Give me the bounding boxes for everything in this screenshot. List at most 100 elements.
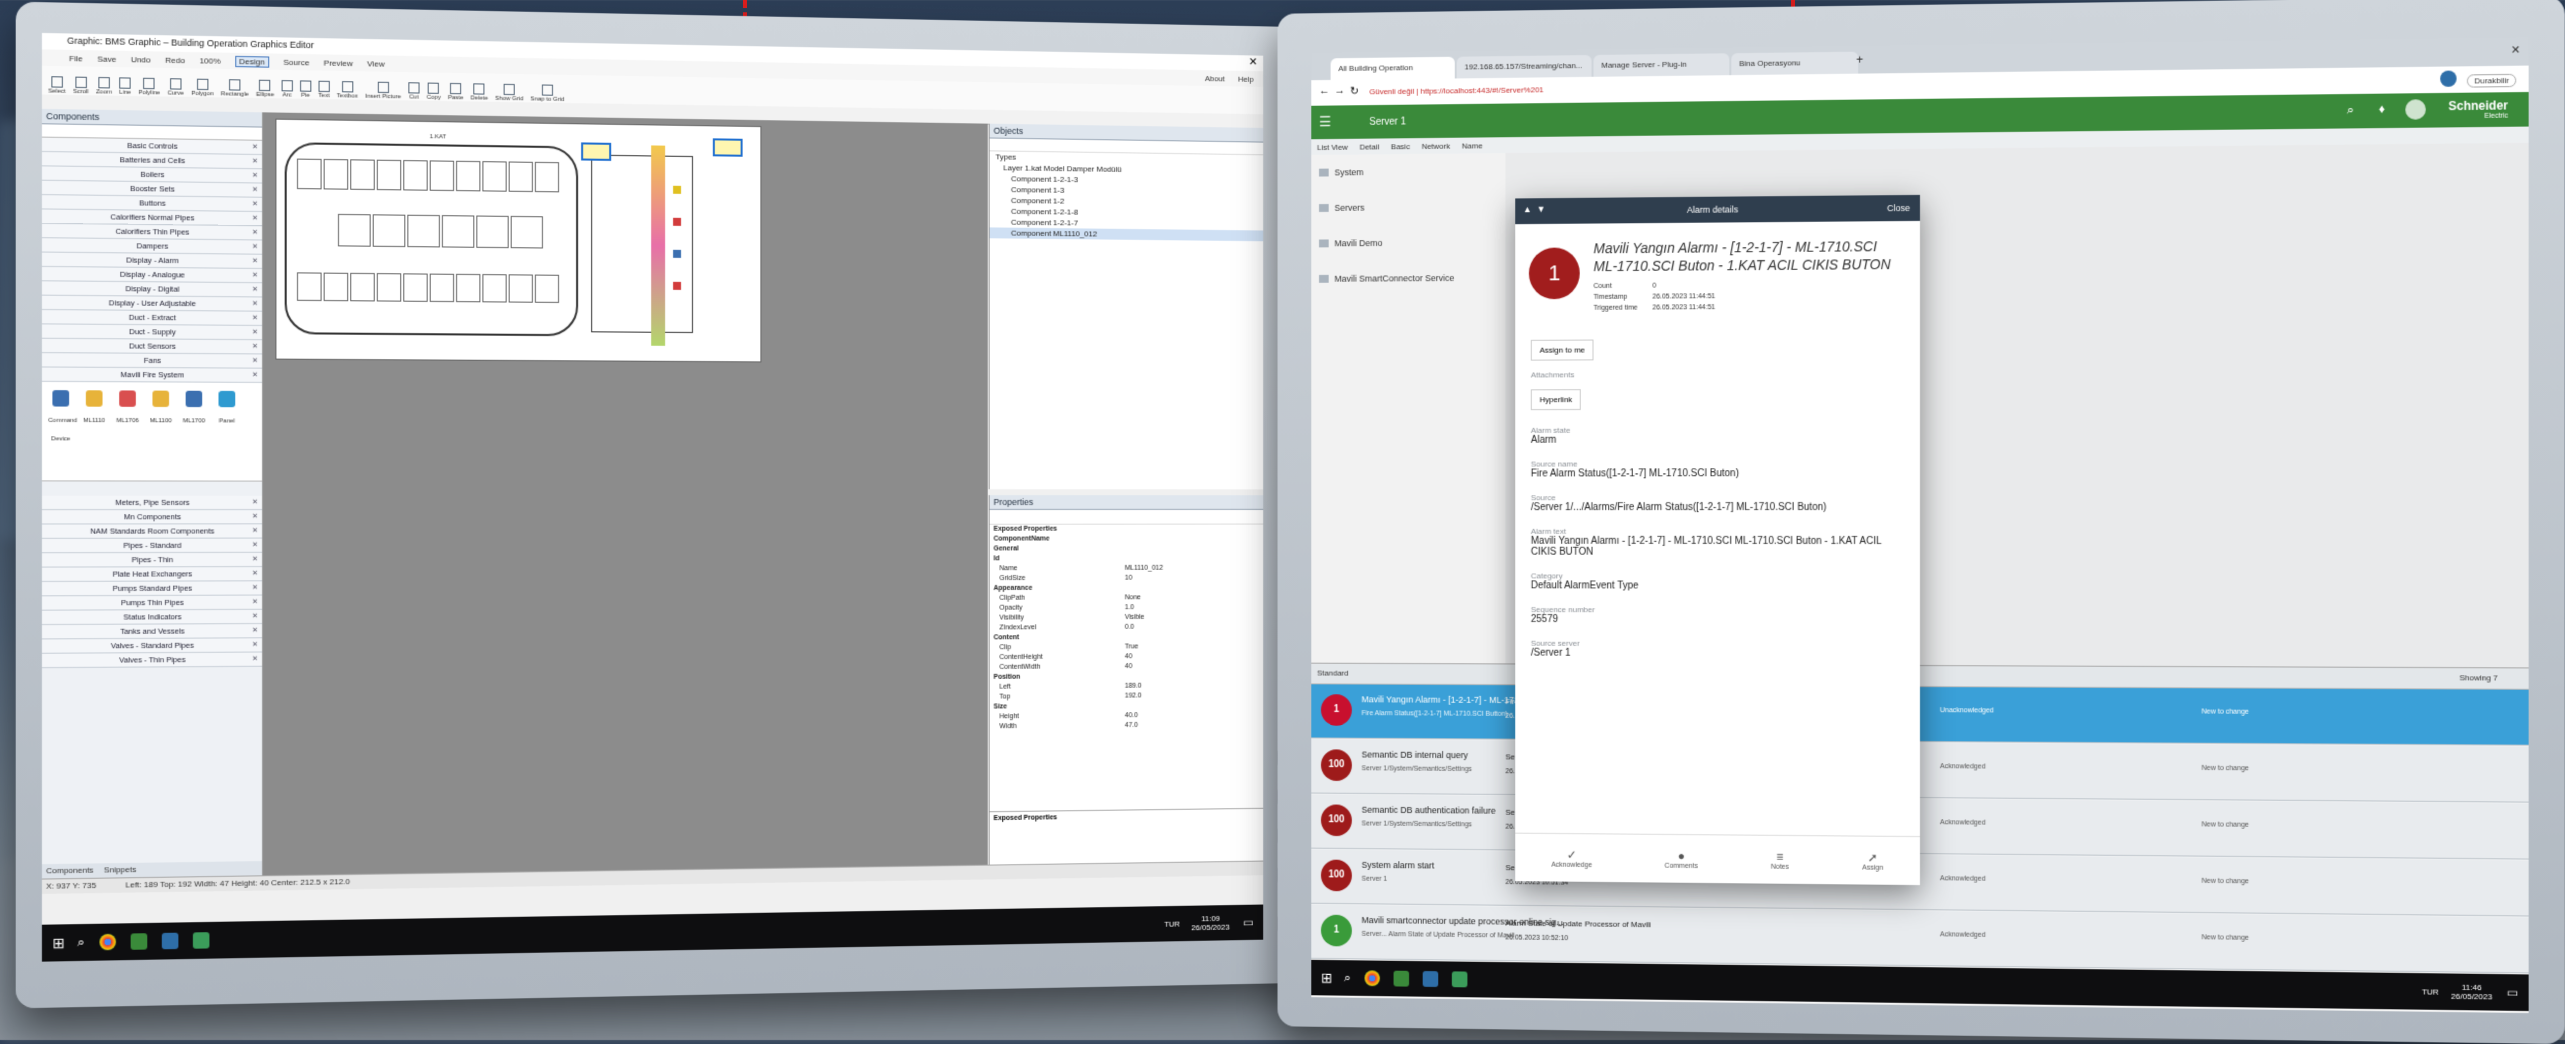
- menu-undo[interactable]: Undo: [131, 55, 151, 65]
- component-category[interactable]: NAM Standards Room Components ✕: [42, 524, 262, 539]
- menu-zoom[interactable]: 100%: [199, 56, 220, 66]
- close-icon[interactable]: ✕: [252, 496, 258, 509]
- editor-icon[interactable]: [193, 932, 210, 949]
- component-category[interactable]: Duct Sensors ✕: [42, 339, 262, 355]
- view-tab[interactable]: Network: [1422, 141, 1451, 150]
- help-link[interactable]: Help: [1238, 74, 1254, 83]
- close-icon[interactable]: ✕: [252, 269, 258, 282]
- close-icon[interactable]: ✕: [252, 610, 258, 623]
- window-close-icon[interactable]: ✕: [2511, 43, 2520, 56]
- component-category[interactable]: Fans ✕: [42, 353, 262, 369]
- property-row[interactable]: Width 47.0: [990, 720, 1264, 732]
- component-category[interactable]: Meters, Pipe Sensors ✕: [42, 496, 262, 510]
- component-category[interactable]: Mn Components ✕: [42, 510, 262, 524]
- files-icon[interactable]: [162, 933, 179, 950]
- fire-component[interactable]: ML1100: [148, 391, 173, 473]
- tool-textbox[interactable]: Textbox: [337, 81, 358, 100]
- close-icon[interactable]: ✕: [252, 369, 258, 382]
- close-icon[interactable]: ✕: [252, 183, 258, 196]
- close-icon[interactable]: ✕: [252, 354, 258, 367]
- property-row[interactable]: ComponentName: [990, 534, 1264, 544]
- close-icon[interactable]: ✕: [252, 510, 258, 523]
- window-close-icon[interactable]: ✕: [1249, 55, 1258, 68]
- tool-curve[interactable]: Curve: [167, 78, 184, 97]
- tool-polyline[interactable]: Polyline: [138, 78, 160, 97]
- app-icon[interactable]: [1394, 971, 1410, 987]
- close-icon[interactable]: ✕: [252, 255, 258, 268]
- component-category[interactable]: Pumps Thin Pipes ✕: [42, 596, 262, 611]
- close-icon[interactable]: ✕: [252, 155, 258, 168]
- close-icon[interactable]: ✕: [252, 553, 258, 566]
- tool-snap-to-grid[interactable]: Snap to Grid: [530, 84, 564, 103]
- component-category[interactable]: Duct - Extract ✕: [42, 310, 262, 326]
- tool-zoom[interactable]: Zoom: [96, 77, 112, 96]
- up-icon[interactable]: ▲: [1523, 204, 1532, 214]
- app-icon[interactable]: [131, 933, 148, 950]
- tool-scroll[interactable]: Scroll: [73, 77, 89, 96]
- alarm-bell-icon[interactable]: ♦: [2379, 102, 2385, 116]
- tab-components[interactable]: Components: [46, 863, 93, 878]
- view-tab[interactable]: Name: [1462, 141, 1483, 150]
- search-icon[interactable]: ⌕: [77, 934, 85, 951]
- close-button[interactable]: Close: [1887, 203, 1910, 213]
- tool-show-grid[interactable]: Show Grid: [495, 84, 523, 103]
- component-category[interactable]: Status Indicators ✕: [42, 610, 262, 625]
- close-icon[interactable]: ✕: [252, 340, 258, 353]
- fire-component[interactable]: ML1706: [115, 390, 140, 472]
- property-row[interactable]: General: [990, 544, 1264, 554]
- tool-arc[interactable]: Arc: [281, 80, 292, 98]
- chrome-icon[interactable]: [1364, 970, 1380, 986]
- windows-start-icon[interactable]: ⊞: [52, 934, 64, 952]
- url-field[interactable]: Güvenli değil | https://localhost:443/#!…: [1369, 85, 1543, 96]
- close-icon[interactable]: ✕: [252, 624, 258, 637]
- view-tab[interactable]: List View: [1317, 142, 1348, 151]
- forward-icon[interactable]: →: [1334, 85, 1345, 97]
- component-category[interactable]: Pumps Standard Pipes ✕: [42, 581, 262, 596]
- menu-file[interactable]: File: [69, 53, 82, 62]
- hyperlink-button[interactable]: Hyperlink: [1531, 389, 1581, 410]
- tool-select[interactable]: Select: [48, 76, 65, 95]
- assign-button[interactable]: ➚ Assign: [1862, 850, 1883, 871]
- tool-paste[interactable]: Paste: [448, 83, 464, 101]
- view-tab[interactable]: Basic: [1391, 142, 1410, 151]
- editor-icon[interactable]: [1452, 971, 1468, 987]
- search-icon[interactable]: ⌕: [1344, 970, 1351, 986]
- close-icon[interactable]: ✕: [252, 297, 258, 310]
- component-category[interactable]: Valves - Standard Pipes ✕: [42, 638, 262, 654]
- component-category[interactable]: Mavili Fire System ✕: [42, 367, 262, 382]
- fire-component[interactable]: Command Device: [48, 390, 73, 472]
- close-icon[interactable]: ✕: [252, 212, 258, 225]
- list-filter[interactable]: Standard: [1317, 669, 1348, 678]
- menu-preview[interactable]: Preview: [324, 58, 353, 68]
- search-icon[interactable]: ⌕: [2347, 102, 2354, 118]
- close-icon[interactable]: ✕: [252, 638, 258, 651]
- tool-copy[interactable]: Copy: [427, 83, 441, 101]
- close-icon[interactable]: ✕: [252, 326, 258, 339]
- fire-component[interactable]: Panel: [215, 391, 240, 473]
- close-icon[interactable]: ✕: [252, 198, 258, 211]
- close-icon[interactable]: ✕: [252, 524, 258, 537]
- tool-ellipse[interactable]: Ellipse: [256, 80, 274, 99]
- menu-design[interactable]: Design: [235, 55, 269, 67]
- profile-avatar[interactable]: [2440, 70, 2456, 86]
- close-icon[interactable]: ✕: [252, 567, 258, 580]
- menu-source[interactable]: Source: [283, 57, 309, 67]
- close-icon[interactable]: ✕: [252, 240, 258, 253]
- fire-component[interactable]: ML1700: [182, 391, 207, 473]
- tool-delete[interactable]: Delete: [471, 83, 489, 101]
- notes-button[interactable]: ≡ Notes: [1771, 849, 1789, 870]
- tool-text[interactable]: Text: [318, 81, 329, 99]
- files-icon[interactable]: [1423, 971, 1439, 987]
- tree-node[interactable]: Component ML1110_012: [990, 227, 1264, 241]
- tool-cut[interactable]: Cut: [408, 82, 419, 100]
- close-icon[interactable]: ✕: [252, 169, 258, 182]
- nav-item[interactable]: Mavili SmartConnector Service: [1311, 260, 1505, 297]
- view-tab[interactable]: Detail: [1360, 142, 1380, 151]
- nav-item[interactable]: System: [1311, 153, 1505, 190]
- notification-icon[interactable]: ▭: [1243, 915, 1254, 929]
- chrome-icon[interactable]: [99, 934, 116, 951]
- browser-tab-1[interactable]: All Building Operation: [1331, 57, 1455, 80]
- windows-start-icon[interactable]: ⊞: [1321, 969, 1332, 986]
- about-link[interactable]: About: [1205, 74, 1225, 83]
- tab-snippets[interactable]: Snippets: [104, 863, 136, 878]
